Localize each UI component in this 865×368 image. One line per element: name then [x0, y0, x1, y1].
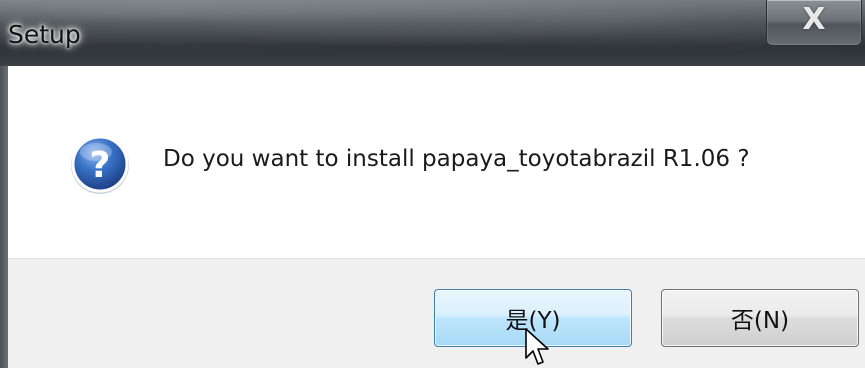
button-bar: 是(Y) 否(N): [8, 258, 865, 368]
window-title: Setup: [8, 20, 81, 49]
setup-dialog: Setup X ? Do you want to install papaya_…: [0, 0, 865, 368]
title-bar[interactable]: Setup X: [0, 0, 865, 66]
window-frame-left: [0, 66, 8, 368]
no-button[interactable]: 否(N): [661, 289, 859, 347]
dialog-content: ? Do you want to install papaya_toyotabr…: [8, 66, 865, 258]
mouse-cursor-icon: [525, 328, 549, 365]
svg-text:?: ?: [90, 145, 111, 186]
close-button[interactable]: X: [766, 0, 862, 46]
close-icon: X: [802, 2, 826, 37]
question-icon: ?: [71, 135, 129, 194]
dialog-message: Do you want to install papaya_toyotabraz…: [163, 146, 750, 172]
